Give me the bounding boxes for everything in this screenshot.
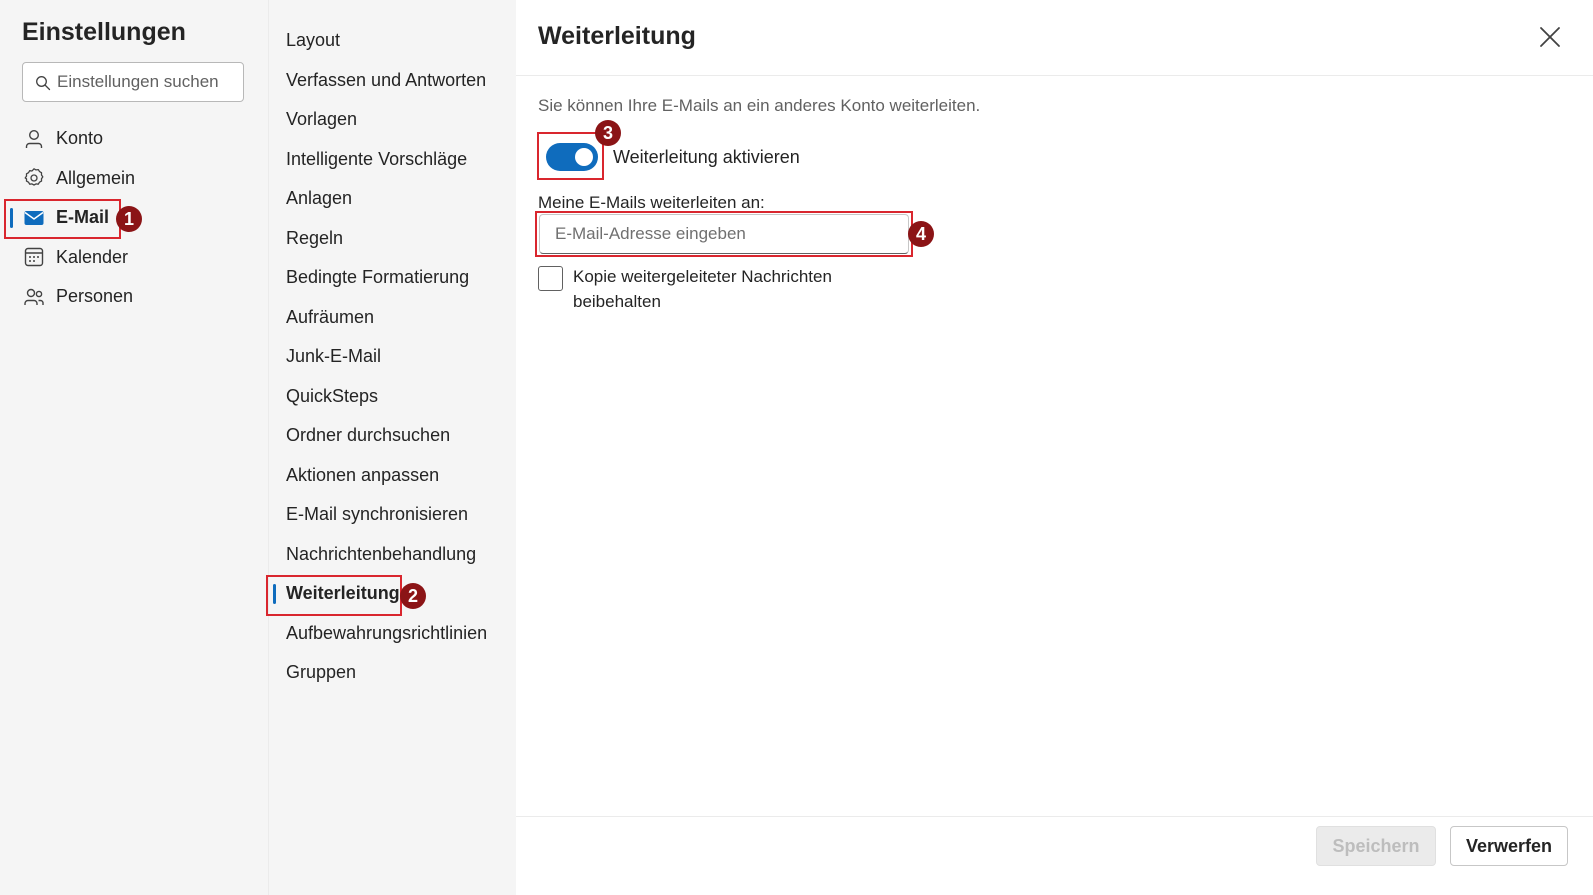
sidebar-item-label: Allgemein: [56, 167, 136, 188]
sidebar-item-konto[interactable]: Konto: [0, 119, 268, 159]
step-badge-4: 4: [908, 221, 934, 247]
sidebar-item-label: E-Mail: [56, 207, 110, 228]
step-badge-3: 3: [595, 120, 621, 146]
subnav-item-vorlagen[interactable]: Vorlagen: [269, 100, 517, 140]
save-button[interactable]: Speichern: [1316, 826, 1436, 866]
subnav-list: Layout Verfassen und Antworten Vorlagen …: [269, 21, 517, 693]
pane-footer: Speichern Verwerfen: [516, 816, 1593, 895]
forwarding-toggle-label: Weiterleitung aktivieren: [613, 146, 800, 167]
keep-copy-row: Kopie weitergeleiteter Nachrichten beibe…: [538, 264, 863, 314]
subnav-item-verfassen[interactable]: Verfassen und Antworten: [269, 61, 517, 101]
keep-copy-checkbox[interactable]: [538, 266, 563, 291]
sidebar-item-allgemein[interactable]: Allgemein: [0, 159, 268, 199]
forwarding-description: Sie können Ihre E-Mails an ein anderes K…: [538, 96, 981, 115]
close-icon[interactable]: [1537, 24, 1563, 50]
settings-title: Einstellungen: [22, 18, 186, 46]
sidebar-item-label: Kalender: [56, 246, 129, 267]
page-title: Weiterleitung: [538, 22, 696, 50]
subnav-item-synchronisieren[interactable]: E-Mail synchronisieren: [269, 495, 517, 535]
person-icon: [22, 127, 46, 151]
discard-button[interactable]: Verwerfen: [1450, 826, 1568, 866]
settings-sidebar: Einstellungen Konto Allgemein E-Mail: [0, 0, 268, 895]
sidebar-item-personen[interactable]: Personen: [0, 277, 268, 317]
sidebar-item-label: Personen: [56, 286, 134, 307]
subnav-item-aufbewahrung[interactable]: Aufbewahrungsrichtlinien: [269, 614, 517, 654]
forwarding-toggle[interactable]: [546, 143, 598, 171]
settings-search-input[interactable]: [57, 63, 241, 101]
sidebar-item-label: Konto: [56, 128, 104, 149]
toggle-knob: [575, 148, 593, 166]
subnav-item-aktionen[interactable]: Aktionen anpassen: [269, 456, 517, 496]
search-icon: [36, 76, 51, 91]
subnav-item-quicksteps[interactable]: QuickSteps: [269, 377, 517, 417]
people-icon: [22, 285, 46, 309]
gear-icon: [22, 166, 46, 190]
subnav-item-ordner[interactable]: Ordner durchsuchen: [269, 416, 517, 456]
step-badge-2: 2: [400, 583, 426, 609]
subnav-item-nachrichtenbehandlung[interactable]: Nachrichtenbehandlung: [269, 535, 517, 575]
forwarding-settings-pane: Weiterleitung Sie können Ihre E-Mails an…: [516, 0, 1593, 895]
subnav-item-anlagen[interactable]: Anlagen: [269, 179, 517, 219]
forward-email-input[interactable]: [539, 214, 909, 254]
mail-icon: [22, 206, 46, 230]
subnav-item-weiterleitung[interactable]: Weiterleitung: [269, 574, 517, 614]
email-settings-subnav: Layout Verfassen und Antworten Vorlagen …: [268, 0, 516, 895]
forwarding-toggle-row: Weiterleitung aktivieren: [546, 143, 800, 171]
subnav-item-layout[interactable]: Layout: [269, 21, 517, 61]
sidebar-item-kalender[interactable]: Kalender: [0, 238, 268, 278]
subnav-item-formatierung[interactable]: Bedingte Formatierung: [269, 258, 517, 298]
calendar-icon: [22, 245, 46, 269]
subnav-item-aufraeumen[interactable]: Aufräumen: [269, 298, 517, 338]
step-badge-1: 1: [116, 206, 142, 232]
subnav-item-gruppen[interactable]: Gruppen: [269, 653, 517, 693]
settings-search-box[interactable]: [22, 62, 244, 102]
pane-header: Weiterleitung: [516, 0, 1593, 76]
forward-to-label: Meine E-Mails weiterleiten an:: [538, 193, 765, 212]
subnav-item-regeln[interactable]: Regeln: [269, 219, 517, 259]
keep-copy-label: Kopie weitergeleiteter Nachrichten beibe…: [573, 267, 832, 311]
subnav-item-vorschlaege[interactable]: Intelligente Vorschläge: [269, 140, 517, 180]
subnav-item-junk[interactable]: Junk-E-Mail: [269, 337, 517, 377]
